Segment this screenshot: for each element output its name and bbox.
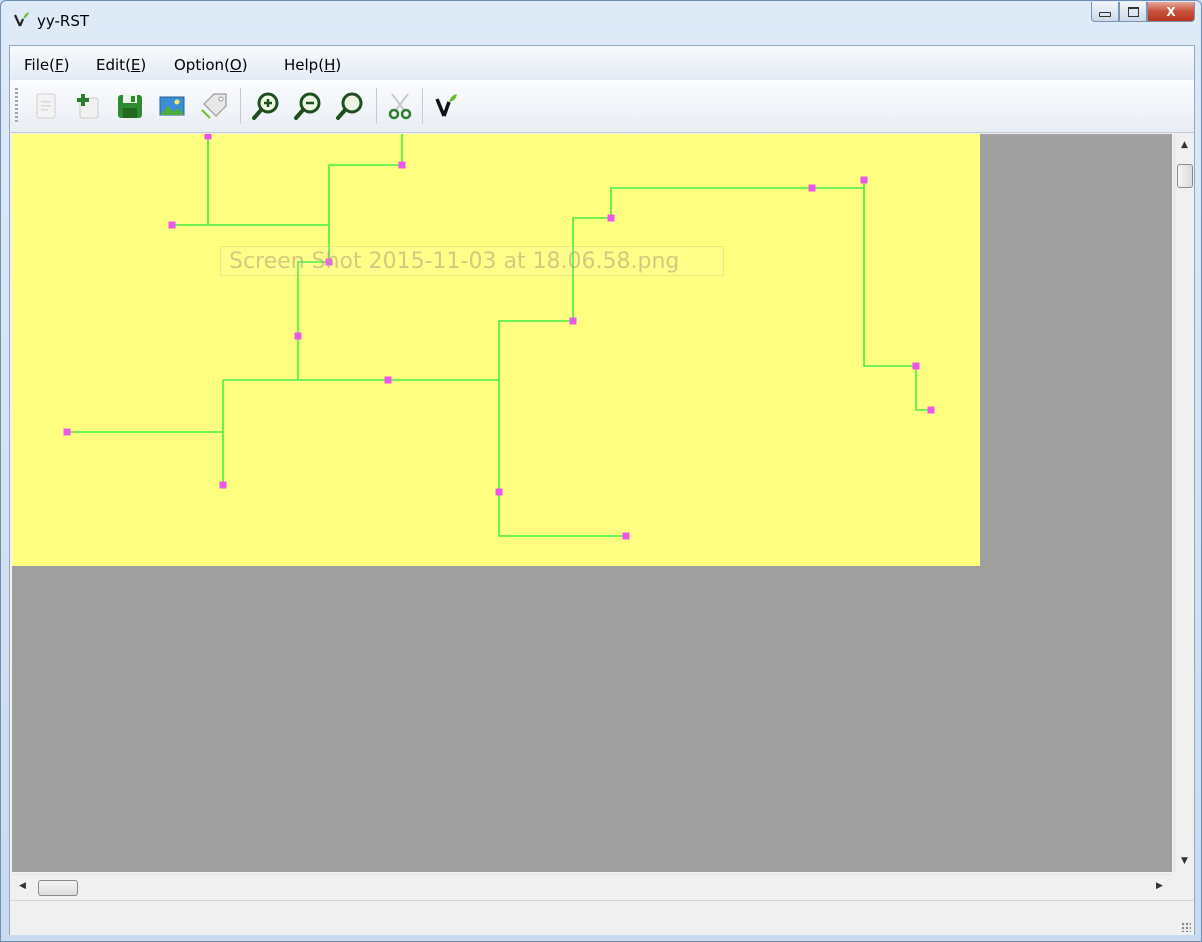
tree-node[interactable] (622, 532, 630, 540)
tree-icon[interactable] (430, 90, 462, 122)
resize-grip[interactable] (1181, 922, 1191, 932)
tree-node[interactable] (607, 214, 615, 222)
image-filename-watermark: Screen Shot 2015-11-03 at 18.06.58.png (220, 246, 724, 276)
tree-node[interactable] (204, 134, 212, 140)
scroll-up-arrow[interactable]: ▲ (1176, 140, 1193, 150)
tag-icon[interactable] (198, 90, 230, 122)
window-title: yy-RST (37, 12, 90, 30)
tree-node[interactable] (384, 376, 392, 384)
menu-help[interactable]: Help(H) (284, 56, 341, 74)
scissors-icon[interactable] (384, 90, 416, 122)
scroll-left-arrow[interactable]: ◀ (14, 881, 31, 891)
maximize-icon (1127, 6, 1139, 17)
toolbar-separator (240, 88, 241, 124)
close-icon: X (1166, 4, 1176, 19)
vertical-scrollbar[interactable]: ▲ ▼ (1174, 134, 1194, 872)
menu-bar: File(F) Edit(E) Option(O) Help(H) (10, 46, 1194, 80)
maximize-button[interactable] (1119, 2, 1147, 22)
app-icon (13, 12, 29, 27)
close-button[interactable]: X (1147, 2, 1195, 22)
image-icon[interactable] (156, 90, 188, 122)
tree-node[interactable] (294, 332, 302, 340)
canvas-view[interactable]: Screen Shot 2015-11-03 at 18.06.58.png (12, 134, 1172, 872)
minimize-icon (1099, 12, 1111, 17)
zoom-in-icon[interactable] (250, 90, 282, 122)
menu-edit[interactable]: Edit(E) (96, 56, 146, 74)
new-document-icon[interactable] (30, 90, 62, 122)
menu-file[interactable]: File(F) (24, 56, 69, 74)
tree-node[interactable] (495, 488, 503, 496)
scroll-right-arrow[interactable]: ▶ (1151, 881, 1168, 891)
zoom-fit-icon[interactable] (334, 90, 366, 122)
app-window: yy-RST X File(F) Edit(E) Option(O) Help(… (0, 0, 1202, 942)
zoom-out-icon[interactable] (292, 90, 324, 122)
tree-node[interactable] (569, 317, 577, 325)
toolbar-grip[interactable] (15, 88, 18, 124)
tree-node[interactable] (860, 176, 868, 184)
client-area: File(F) Edit(E) Option(O) Help(H) Screen… (9, 45, 1195, 935)
toolbar-separator (376, 88, 377, 124)
title-bar[interactable]: yy-RST X (1, 1, 1201, 45)
tree-node[interactable] (219, 481, 227, 489)
tree-node[interactable] (63, 428, 71, 436)
tree-node[interactable] (398, 161, 406, 169)
tree-node[interactable] (927, 406, 935, 414)
tree-node[interactable] (912, 362, 920, 370)
canvas-background (12, 134, 980, 566)
tree-node[interactable] (168, 221, 176, 229)
scroll-down-arrow[interactable]: ▼ (1176, 856, 1193, 866)
toolbar (10, 80, 1194, 133)
tree-canvas[interactable] (12, 134, 980, 566)
minimize-button[interactable] (1091, 2, 1119, 22)
menu-option[interactable]: Option(O) (174, 56, 248, 74)
vertical-scroll-thumb[interactable] (1177, 164, 1193, 188)
tree-node[interactable] (808, 184, 816, 192)
horizontal-scrollbar[interactable]: ◀ ▶ (12, 874, 1172, 899)
status-bar (10, 900, 1194, 935)
add-document-icon[interactable] (72, 90, 104, 122)
save-icon[interactable] (114, 90, 146, 122)
horizontal-scroll-thumb[interactable] (38, 880, 78, 896)
toolbar-separator (422, 88, 423, 124)
